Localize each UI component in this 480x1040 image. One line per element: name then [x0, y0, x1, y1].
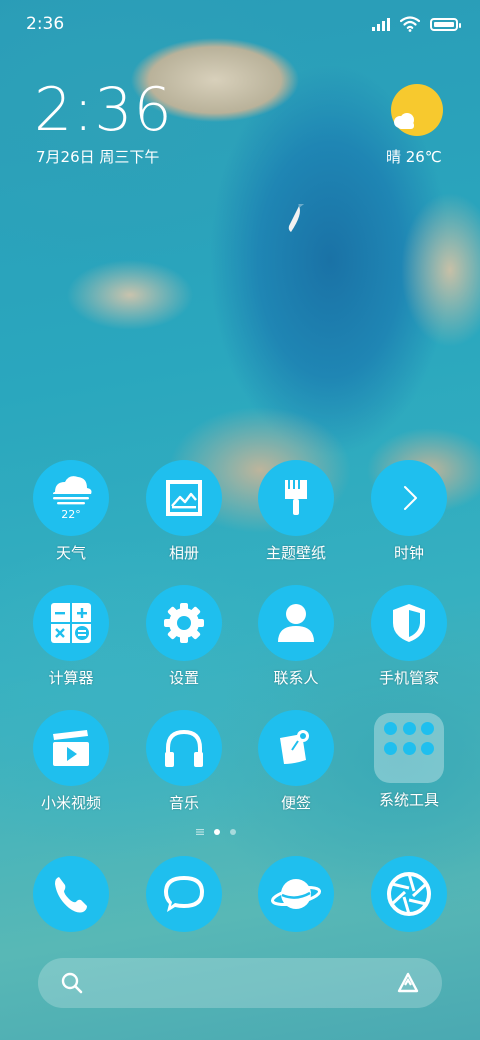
- browser-app[interactable]: [240, 856, 352, 932]
- menu-lines-icon: [196, 829, 204, 835]
- weather-app[interactable]: 22° 天气: [15, 460, 127, 563]
- status-icons: [372, 16, 461, 32]
- weather-badge: 22°: [61, 508, 81, 521]
- camera-shutter-icon: [371, 856, 447, 932]
- phone-app[interactable]: [15, 856, 127, 932]
- app-label: 主题壁纸: [265, 544, 326, 562]
- mini-app-icon: [384, 722, 397, 735]
- music-app[interactable]: 音乐: [128, 710, 240, 813]
- folder-icon: [374, 713, 444, 783]
- app-label: 设置: [168, 669, 199, 687]
- calculator-icon: [33, 585, 109, 661]
- app-label: 计算器: [48, 669, 94, 687]
- app-label: 时钟: [393, 544, 424, 562]
- camera-app[interactable]: [353, 856, 465, 932]
- calculator-app[interactable]: 计算器: [15, 585, 127, 688]
- note-pin-icon: [258, 710, 334, 786]
- app-label: 手机管家: [378, 669, 439, 687]
- mini-app-icon: [421, 742, 434, 755]
- video-app[interactable]: 小米视频: [15, 710, 127, 813]
- chevron-right-icon: [371, 460, 447, 536]
- person-icon: [258, 585, 334, 661]
- search-bar[interactable]: [38, 958, 442, 1008]
- battery-icon: [430, 17, 461, 31]
- widget-date: 7月26日 周三下午: [36, 148, 160, 166]
- settings-app[interactable]: 设置: [128, 585, 240, 688]
- notes-app[interactable]: 便签: [240, 710, 352, 813]
- gallery-icon: [146, 460, 222, 536]
- message-bubble-icon: [146, 856, 222, 932]
- status-time: 2:36: [26, 14, 65, 34]
- page-dot-active[interactable]: [214, 829, 220, 835]
- app-label: 便签: [280, 794, 311, 812]
- tools-folder[interactable]: 系统工具: [353, 710, 465, 810]
- headphones-icon: [146, 710, 222, 786]
- planet-icon: [258, 856, 334, 932]
- wifi-icon: [400, 16, 420, 32]
- assistant-icon[interactable]: [396, 971, 420, 995]
- messages-app[interactable]: [128, 856, 240, 932]
- cloud-icon: [394, 113, 414, 129]
- app-label: 音乐: [168, 794, 199, 812]
- wallpaper-boat: [288, 204, 305, 232]
- phone-icon: [33, 856, 109, 932]
- video-clapper-icon: [33, 710, 109, 786]
- clock-app[interactable]: 时钟: [353, 460, 465, 563]
- signal-icon: [372, 17, 390, 31]
- widget-clock[interactable]: 2:36: [34, 78, 173, 142]
- brush-icon: [258, 460, 334, 536]
- widget-weather-text: 晴 26℃: [386, 148, 442, 166]
- page-indicator[interactable]: [196, 829, 236, 835]
- gear-icon: [146, 585, 222, 661]
- mini-app-icon: [421, 722, 434, 735]
- app-label: 系统工具: [378, 791, 439, 809]
- gallery-app[interactable]: 相册: [128, 460, 240, 563]
- search-icon: [61, 972, 83, 994]
- app-label: 小米视频: [40, 794, 101, 812]
- page-dot[interactable]: [230, 829, 236, 835]
- mini-app-icon: [384, 742, 397, 755]
- security-app[interactable]: 手机管家: [353, 585, 465, 688]
- app-label: 相册: [168, 544, 199, 562]
- app-label: 联系人: [273, 669, 319, 687]
- contacts-app[interactable]: 联系人: [240, 585, 352, 688]
- app-label: 天气: [55, 544, 86, 562]
- themes-app[interactable]: 主题壁纸: [240, 460, 352, 563]
- weather-cloud-icon: 22°: [33, 460, 109, 536]
- mini-app-icon: [403, 722, 416, 735]
- status-bar: 2:36: [0, 0, 480, 50]
- mini-app-icon: [403, 742, 416, 755]
- shield-icon: [371, 585, 447, 661]
